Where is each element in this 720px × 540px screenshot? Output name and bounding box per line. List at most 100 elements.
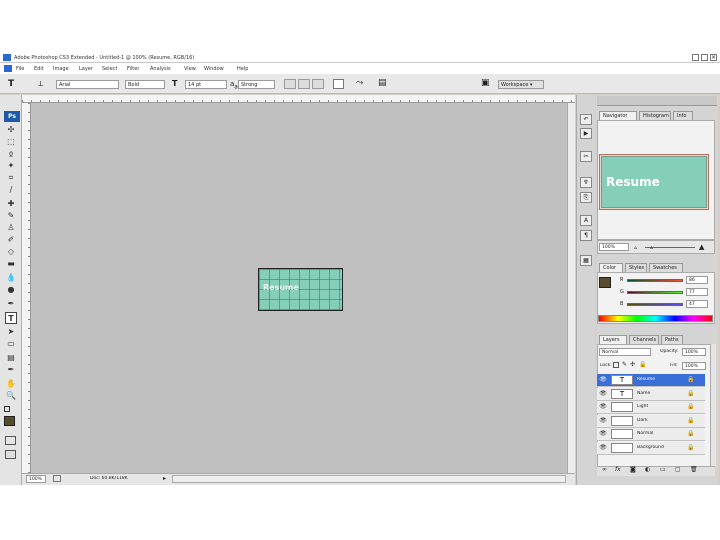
menu-edit[interactable]: Edit <box>34 66 44 72</box>
lock-pixels-icon[interactable]: ✎ <box>622 361 627 368</box>
type-tool-preset-icon[interactable]: T <box>8 79 14 89</box>
layer-row[interactable]: 👁 T Resume 🔒 <box>597 374 705 387</box>
close-icon[interactable]: × <box>710 54 717 61</box>
new-layer-icon[interactable]: ▢ <box>675 466 681 473</box>
status-arrow-icon[interactable]: ▸ <box>163 475 169 482</box>
screen-mode-icon[interactable] <box>5 450 16 459</box>
slice-icon[interactable]: ∕ <box>4 184 18 196</box>
layer-name[interactable]: Resume <box>637 377 655 382</box>
new-group-icon[interactable]: ▭ <box>660 466 666 473</box>
color-panel-foreground[interactable] <box>599 277 611 288</box>
menu-analysis[interactable]: Analysis <box>150 66 171 72</box>
layer-row[interactable]: 👁 Background 🔒 <box>597 441 705 455</box>
menu-select[interactable]: Select <box>102 66 117 72</box>
tool-presets-icon[interactable]: ✂ <box>580 151 592 162</box>
clone-source-icon[interactable]: ⎘ <box>580 192 592 203</box>
tab-paths[interactable]: Paths <box>661 335 683 344</box>
shape-icon[interactable]: ▭ <box>4 338 18 350</box>
menu-file[interactable]: File <box>16 66 24 72</box>
menu-view[interactable]: View <box>184 66 196 72</box>
navigator-zoom-thumb[interactable]: ▵ <box>650 244 653 251</box>
visibility-eye-icon[interactable]: 👁 <box>599 403 607 412</box>
paragraph-panel-icon[interactable]: ¶ <box>580 230 592 241</box>
text-orientation-icon[interactable]: ⟂ <box>38 79 43 89</box>
menu-layer[interactable]: Layer <box>79 66 93 72</box>
layer-comps-icon[interactable]: ▦ <box>580 255 592 266</box>
lock-all-icon[interactable]: 🔒 <box>639 361 646 368</box>
lock-position-icon[interactable]: ✣ <box>630 361 635 368</box>
color-spectrum-bar[interactable] <box>598 315 713 322</box>
channel-g-slider[interactable] <box>627 291 683 294</box>
layer-name[interactable]: Name <box>637 391 650 396</box>
layer-row[interactable]: 👁 Dark 🔒 <box>597 414 705 428</box>
tab-swatches[interactable]: Swatches <box>649 263 683 272</box>
ps-menu-icon[interactable] <box>4 65 12 72</box>
tab-channels[interactable]: Channels <box>629 335 659 344</box>
default-colors-icon[interactable] <box>4 406 10 412</box>
minimize-icon[interactable] <box>692 54 699 61</box>
align-right-icon[interactable] <box>312 79 324 89</box>
channel-b-value[interactable]: 47 <box>686 300 708 308</box>
tab-histogram[interactable]: Histogram <box>639 111 671 120</box>
warp-text-icon[interactable]: ⤳ <box>356 78 363 88</box>
zoom-field[interactable]: 100% <box>26 475 46 483</box>
status-menu-icon[interactable] <box>53 475 61 482</box>
fill-field[interactable]: 100% <box>682 362 706 370</box>
eraser-icon[interactable]: ◇ <box>4 246 18 258</box>
crop-icon[interactable]: ⌗ <box>4 172 18 184</box>
tab-navigator[interactable]: Navigator <box>599 111 637 120</box>
document-text-layer[interactable]: Resume <box>263 283 299 292</box>
menu-filter[interactable]: Filter <box>127 66 139 72</box>
zoom-out-icon[interactable]: ▵ <box>634 244 637 251</box>
layers-scrollbar[interactable] <box>710 344 716 466</box>
font-style-select[interactable]: Bold <box>125 80 165 89</box>
magic-wand-icon[interactable]: ✦ <box>4 160 18 172</box>
character-panel-icon[interactable]: A <box>580 215 592 226</box>
menu-window[interactable]: Window <box>204 66 224 72</box>
tab-color[interactable]: Color <box>599 263 623 272</box>
visibility-eye-icon[interactable]: 👁 <box>599 430 607 439</box>
delete-layer-icon[interactable]: 🗑 <box>690 466 698 473</box>
notes-icon[interactable]: ▤ <box>4 352 18 364</box>
font-family-select[interactable]: Arial <box>56 80 119 89</box>
history-brush-icon[interactable]: ✐ <box>4 234 18 246</box>
type-icon[interactable]: T <box>5 312 17 324</box>
move-icon[interactable]: ✣ <box>4 124 18 136</box>
antialias-select[interactable]: Strong <box>238 80 275 89</box>
layer-name[interactable]: Light <box>637 404 648 409</box>
layer-name[interactable]: Normal <box>637 431 653 436</box>
channel-b-slider[interactable] <box>627 303 683 306</box>
link-layers-icon[interactable]: ∞ <box>602 466 607 473</box>
zoom-icon[interactable]: 🔍 <box>4 390 18 402</box>
healing-brush-icon[interactable]: ✚ <box>4 198 18 210</box>
pen-icon[interactable]: ✒ <box>4 298 18 310</box>
adjustment-layer-icon[interactable]: ◐ <box>645 466 650 473</box>
channel-r-value[interactable]: 86 <box>686 276 708 284</box>
history-panel-icon[interactable]: ↶ <box>580 114 592 125</box>
clone-stamp-icon[interactable]: ♙ <box>4 222 18 234</box>
menu-image[interactable]: Image <box>53 66 69 72</box>
dodge-icon[interactable]: ● <box>4 284 18 296</box>
tab-info[interactable]: Info <box>673 111 693 120</box>
layer-style-icon[interactable]: fx <box>615 466 621 473</box>
horizontal-scrollbar[interactable] <box>172 475 566 483</box>
workspace-button[interactable]: Workspace ▾ <box>498 80 544 89</box>
eyedropper-icon[interactable]: ✒ <box>4 364 18 376</box>
zoom-in-icon[interactable]: ▲ <box>699 243 704 251</box>
font-size-select[interactable]: 14 pt <box>185 80 227 89</box>
marquee-icon[interactable]: ⬚ <box>4 136 18 148</box>
layer-name[interactable]: Background <box>637 445 664 450</box>
layer-row[interactable]: 👁 Light 🔒 <box>597 401 705 414</box>
visibility-eye-icon[interactable]: 👁 <box>599 444 607 453</box>
vertical-scrollbar[interactable] <box>567 103 575 473</box>
layer-name[interactable]: Dark <box>637 418 648 423</box>
align-center-icon[interactable] <box>298 79 310 89</box>
text-color-swatch[interactable] <box>333 79 344 89</box>
bridge-icon[interactable]: ▣ <box>481 78 490 88</box>
maximize-icon[interactable] <box>701 54 708 61</box>
lasso-icon[interactable]: ჲ <box>4 148 18 160</box>
hand-icon[interactable]: ✋ <box>4 378 18 390</box>
quick-mask-icon[interactable] <box>5 436 16 445</box>
layer-mask-icon[interactable]: ◙ <box>630 466 636 473</box>
layer-row[interactable]: 👁 T Name 🔒 <box>597 387 705 401</box>
